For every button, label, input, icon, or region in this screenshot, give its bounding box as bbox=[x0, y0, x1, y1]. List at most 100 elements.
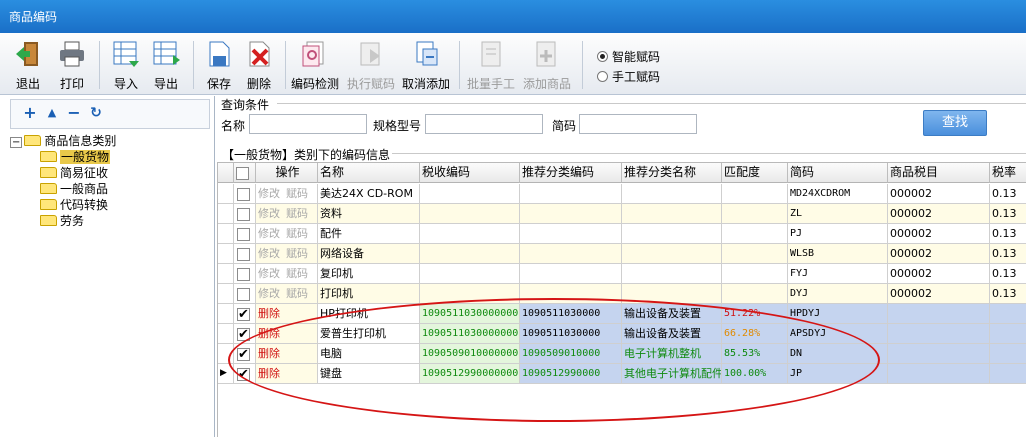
folder-icon bbox=[40, 151, 57, 162]
edit-row-link[interactable]: 修改 bbox=[258, 227, 280, 240]
row-indicator bbox=[218, 304, 234, 324]
tax-rate bbox=[990, 324, 1026, 344]
delete-icon bbox=[249, 41, 270, 67]
spec-input[interactable] bbox=[425, 114, 543, 134]
product-name: 资料 bbox=[318, 204, 420, 224]
edit-row-link[interactable]: 修改 bbox=[258, 287, 280, 300]
product-name: 复印机 bbox=[318, 264, 420, 284]
row-checkbox-cell[interactable] bbox=[234, 204, 256, 224]
code-check-button[interactable]: 编码检测 bbox=[289, 39, 341, 93]
folder-icon bbox=[24, 135, 42, 146]
tree-item-services[interactable]: 劳务 bbox=[40, 212, 84, 228]
abbreviation-code: ZL bbox=[788, 204, 888, 224]
tree-item-general-products[interactable]: 一般商品 bbox=[40, 180, 108, 196]
tree-item-code-conversion[interactable]: 代码转换 bbox=[40, 196, 108, 212]
assign-code-link[interactable]: 赋码 bbox=[286, 287, 308, 300]
name-input[interactable] bbox=[249, 114, 367, 134]
assign-code-link[interactable]: 赋码 bbox=[286, 227, 308, 240]
row-checkbox-cell[interactable] bbox=[234, 264, 256, 284]
row-indicator bbox=[218, 264, 234, 284]
table-row[interactable]: 修改 赋码 配件 PJ 000002 0.13 bbox=[218, 224, 1026, 244]
exit-icon bbox=[16, 42, 38, 66]
select-all-checkbox[interactable] bbox=[236, 167, 249, 180]
tax-item: 000002 bbox=[888, 264, 990, 284]
tree-item-simple-levy[interactable]: 简易征收 bbox=[40, 164, 108, 180]
row-checkbox[interactable] bbox=[237, 188, 250, 201]
delete-row-link[interactable]: 删除 bbox=[258, 307, 280, 320]
row-checkbox-cell[interactable] bbox=[234, 224, 256, 244]
row-actions: 修改 赋码 bbox=[256, 284, 318, 304]
abbr-input[interactable] bbox=[579, 114, 697, 134]
refresh-icon[interactable]: ↻ bbox=[89, 106, 103, 120]
table-header-row: 操作 名称 税收编码 推荐分类编码 推荐分类名称 匹配度 简码 商品税目 税率 bbox=[218, 163, 1026, 183]
tree-root[interactable]: − 商品信息类别 bbox=[10, 132, 116, 148]
collapse-icon[interactable]: − bbox=[10, 137, 23, 148]
edit-row-link[interactable]: 修改 bbox=[258, 207, 280, 220]
batch-manual-icon bbox=[481, 41, 501, 67]
save-button[interactable]: 保存 bbox=[199, 39, 239, 93]
row-checkbox[interactable] bbox=[237, 248, 250, 261]
batch-manual-button[interactable]: 批量手工 bbox=[465, 39, 517, 93]
folder-icon bbox=[40, 215, 57, 226]
tree-item-general-goods[interactable]: 一般货物 bbox=[40, 148, 111, 164]
row-checkbox[interactable] bbox=[237, 288, 250, 301]
recommended-name bbox=[622, 224, 722, 244]
edit-row-link[interactable]: 修改 bbox=[258, 247, 280, 260]
edit-row-link[interactable]: 修改 bbox=[258, 267, 280, 280]
column-header[interactable] bbox=[234, 163, 256, 183]
minus-icon[interactable]: − bbox=[67, 105, 81, 121]
match-degree bbox=[722, 204, 788, 224]
abbreviation-code: FYJ bbox=[788, 264, 888, 284]
table-row[interactable]: 修改 赋码 美达24X CD-ROM MD24XCDROM 000002 0.13 bbox=[218, 184, 1026, 204]
plus-icon[interactable]: + bbox=[23, 105, 37, 121]
column-header: 税率 bbox=[990, 163, 1026, 183]
search-button[interactable]: 查找 bbox=[923, 110, 987, 136]
table-row[interactable]: 修改 赋码 复印机 FYJ 000002 0.13 bbox=[218, 264, 1026, 284]
cancel-add-icon bbox=[416, 41, 438, 66]
table-row[interactable]: 修改 赋码 网络设备 WLSB 000002 0.13 bbox=[218, 244, 1026, 264]
tax-code bbox=[420, 264, 520, 284]
row-indicator bbox=[218, 204, 234, 224]
abbreviation-code: MD24XCDROM bbox=[788, 184, 888, 204]
toolbar-separator bbox=[285, 41, 286, 89]
column-header bbox=[218, 163, 234, 183]
name-label: 名称 bbox=[221, 119, 246, 133]
row-checkbox-cell[interactable] bbox=[234, 184, 256, 204]
delete-button[interactable]: 删除 bbox=[239, 39, 279, 93]
up-icon[interactable]: ▲ bbox=[45, 106, 59, 120]
row-checkbox[interactable] bbox=[237, 228, 250, 241]
row-checkbox[interactable] bbox=[237, 268, 250, 281]
title-bar: 商品编码 bbox=[0, 0, 1026, 33]
print-button[interactable]: 打印 bbox=[52, 39, 92, 93]
column-header: 匹配度 bbox=[722, 163, 788, 183]
recommended-name bbox=[622, 204, 722, 224]
tax-rate bbox=[990, 304, 1026, 324]
exit-button[interactable]: 退出 bbox=[8, 39, 48, 93]
assign-code-link[interactable]: 赋码 bbox=[286, 267, 308, 280]
row-checkbox-cell[interactable] bbox=[234, 284, 256, 304]
assign-code-link[interactable]: 赋码 bbox=[286, 187, 308, 200]
edit-row-link[interactable]: 修改 bbox=[258, 187, 280, 200]
row-actions: 修改 赋码 bbox=[256, 264, 318, 284]
recommended-code bbox=[520, 244, 622, 264]
run-code-icon bbox=[360, 42, 380, 66]
assign-code-link[interactable]: 赋码 bbox=[286, 207, 308, 220]
row-checkbox-cell[interactable]: ✔ bbox=[234, 304, 256, 324]
import-button[interactable]: 导入 bbox=[106, 39, 146, 93]
match-degree bbox=[722, 264, 788, 284]
export-button[interactable]: 导出 bbox=[146, 39, 186, 93]
recommended-name bbox=[622, 244, 722, 264]
tax-code bbox=[420, 204, 520, 224]
run-code-button[interactable]: 执行赋码 bbox=[345, 39, 397, 93]
cancel-add-button[interactable]: 取消添加 bbox=[400, 39, 452, 93]
assign-code-link[interactable]: 赋码 bbox=[286, 247, 308, 260]
row-checkbox-cell[interactable] bbox=[234, 244, 256, 264]
manual-code-radio[interactable]: 手工赋码 bbox=[597, 68, 660, 85]
smart-code-radio[interactable]: 智能赋码 bbox=[597, 48, 660, 65]
row-checkbox[interactable] bbox=[237, 208, 250, 221]
tree-toolbar: + ▲ − ↻ bbox=[10, 99, 210, 129]
table-row[interactable]: 修改 赋码 资料 ZL 000002 0.13 bbox=[218, 204, 1026, 224]
row-checkbox[interactable]: ✔ bbox=[237, 308, 250, 321]
add-product-button[interactable]: 添加商品 bbox=[521, 39, 573, 93]
annotation-ellipse bbox=[228, 298, 880, 422]
